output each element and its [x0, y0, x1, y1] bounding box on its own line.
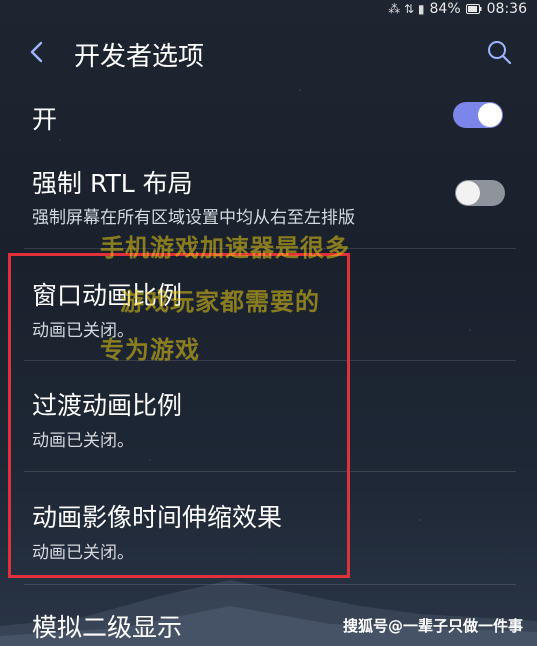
master-switch-row[interactable]: 开 — [0, 92, 537, 140]
master-switch-label: 开 — [32, 105, 58, 134]
toggle-knob — [456, 181, 480, 205]
divider — [24, 584, 516, 585]
page-title: 开发者选项 — [74, 42, 205, 72]
battery-level: 84% — [429, 1, 461, 17]
simulate-secondary-display-title: 模拟二级显示 — [32, 613, 183, 642]
watermark: 搜狐号@一辈子只做一件事 — [342, 617, 523, 635]
force-rtl-toggle[interactable] — [455, 180, 505, 206]
force-rtl-title: 强制 RTL 布局 — [32, 169, 193, 198]
battery-icon — [465, 4, 482, 14]
status-bar: ⁂ ⇅ ▮ 84% 08:36 — [0, 0, 537, 18]
signal-icons: ⁂ ⇅ ▮ — [388, 2, 425, 16]
toggle-knob — [478, 103, 502, 127]
force-rtl-subtitle: 强制屏幕在所有区域设置中均从右至左排版 — [32, 208, 355, 228]
back-arrow-icon[interactable] — [24, 38, 52, 66]
app-bar: 开发者选项 — [0, 24, 537, 84]
search-icon[interactable] — [485, 38, 513, 66]
overlay-text-line2: 游戏玩家都需要的 — [120, 288, 320, 316]
clock: 08:36 — [486, 1, 527, 17]
overlay-text-line3: 专为游戏 — [100, 336, 200, 364]
master-toggle[interactable] — [453, 102, 503, 128]
overlay-text-line1: 手机游戏加速器是很多 — [100, 234, 350, 262]
force-rtl-row[interactable]: 强制 RTL 布局 强制屏幕在所有区域设置中均从右至左排版 — [0, 156, 537, 236]
